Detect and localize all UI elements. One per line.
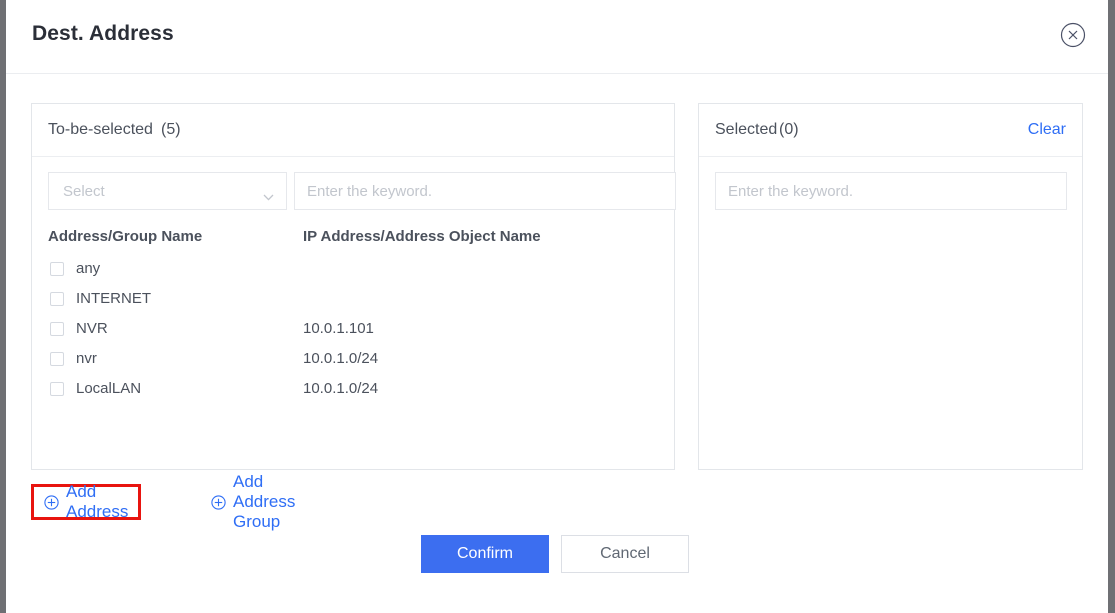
row-checkbox[interactable]	[50, 382, 64, 396]
chevron-down-icon	[263, 188, 274, 201]
table-header-row: Address/Group Name IP Address/Address Ob…	[48, 228, 660, 255]
row-ip: 10.0.1.101	[303, 320, 374, 337]
table-row[interactable]: nvr 10.0.1.0/24	[48, 345, 660, 375]
table-row[interactable]: LocalLAN 10.0.1.0/24	[48, 375, 660, 405]
dialog-header: Dest. Address	[6, 0, 1108, 74]
row-name: NVR	[76, 320, 108, 337]
row-name: nvr	[76, 350, 97, 367]
row-name: any	[76, 260, 101, 277]
to-be-selected-title: To-be-selected	[48, 121, 153, 138]
column-header-ip: IP Address/Address Object Name	[303, 228, 541, 245]
type-select[interactable]: Select	[48, 172, 287, 210]
confirm-button[interactable]: Confirm	[421, 535, 549, 573]
selected-title: Selected	[715, 121, 778, 138]
row-checkbox[interactable]	[50, 352, 64, 366]
page-background-right-strip	[1108, 0, 1115, 613]
plus-circle-icon	[44, 494, 59, 510]
row-ip: 10.0.1.0/24	[303, 350, 379, 367]
row-checkbox[interactable]	[50, 322, 64, 336]
type-select-value: Select	[63, 183, 105, 200]
add-address-group-label: Add Address Group	[233, 472, 296, 531]
address-table: Address/Group Name IP Address/Address Ob…	[48, 228, 660, 405]
add-address-button[interactable]: Add Address	[31, 482, 142, 521]
table-row[interactable]: any	[48, 255, 660, 285]
to-be-selected-count: (5)	[161, 121, 181, 138]
column-header-name: Address/Group Name	[48, 228, 203, 245]
selected-header: Selected (0) Clear	[699, 104, 1082, 157]
selected-search-input[interactable]	[716, 173, 1066, 209]
close-icon[interactable]	[1058, 20, 1088, 50]
row-checkbox[interactable]	[50, 262, 64, 276]
selected-count: (0)	[779, 121, 799, 138]
dest-address-dialog: Dest. Address To-be-selected (5) Select	[6, 0, 1108, 613]
row-ip: 10.0.1.0/24	[303, 380, 379, 397]
clear-button[interactable]: Clear	[1028, 121, 1066, 139]
to-be-selected-panel: To-be-selected (5) Select Enter the keyw…	[31, 103, 676, 470]
dialog-title: Dest. Address	[32, 22, 174, 45]
selected-search[interactable]	[715, 172, 1067, 210]
dialog-footer: Confirm Cancel	[6, 535, 1108, 585]
row-name: INTERNET	[76, 290, 151, 307]
cancel-button[interactable]: Cancel	[561, 535, 689, 573]
row-checkbox[interactable]	[50, 292, 64, 306]
to-be-selected-header: To-be-selected (5)	[32, 104, 674, 157]
selected-panel: Selected (0) Clear	[698, 103, 1083, 470]
plus-circle-icon	[211, 494, 226, 510]
table-row[interactable]: INTERNET	[48, 285, 660, 315]
add-address-label: Add Address	[66, 482, 129, 521]
row-name: LocalLAN	[76, 380, 142, 397]
search-input[interactable]	[295, 173, 675, 209]
table-row[interactable]: NVR 10.0.1.101	[48, 315, 660, 345]
add-address-group-button[interactable]: Add Address Group	[203, 472, 303, 531]
screen: Dest. Address To-be-selected (5) Select	[0, 0, 1115, 613]
to-be-selected-search[interactable]	[294, 172, 676, 210]
